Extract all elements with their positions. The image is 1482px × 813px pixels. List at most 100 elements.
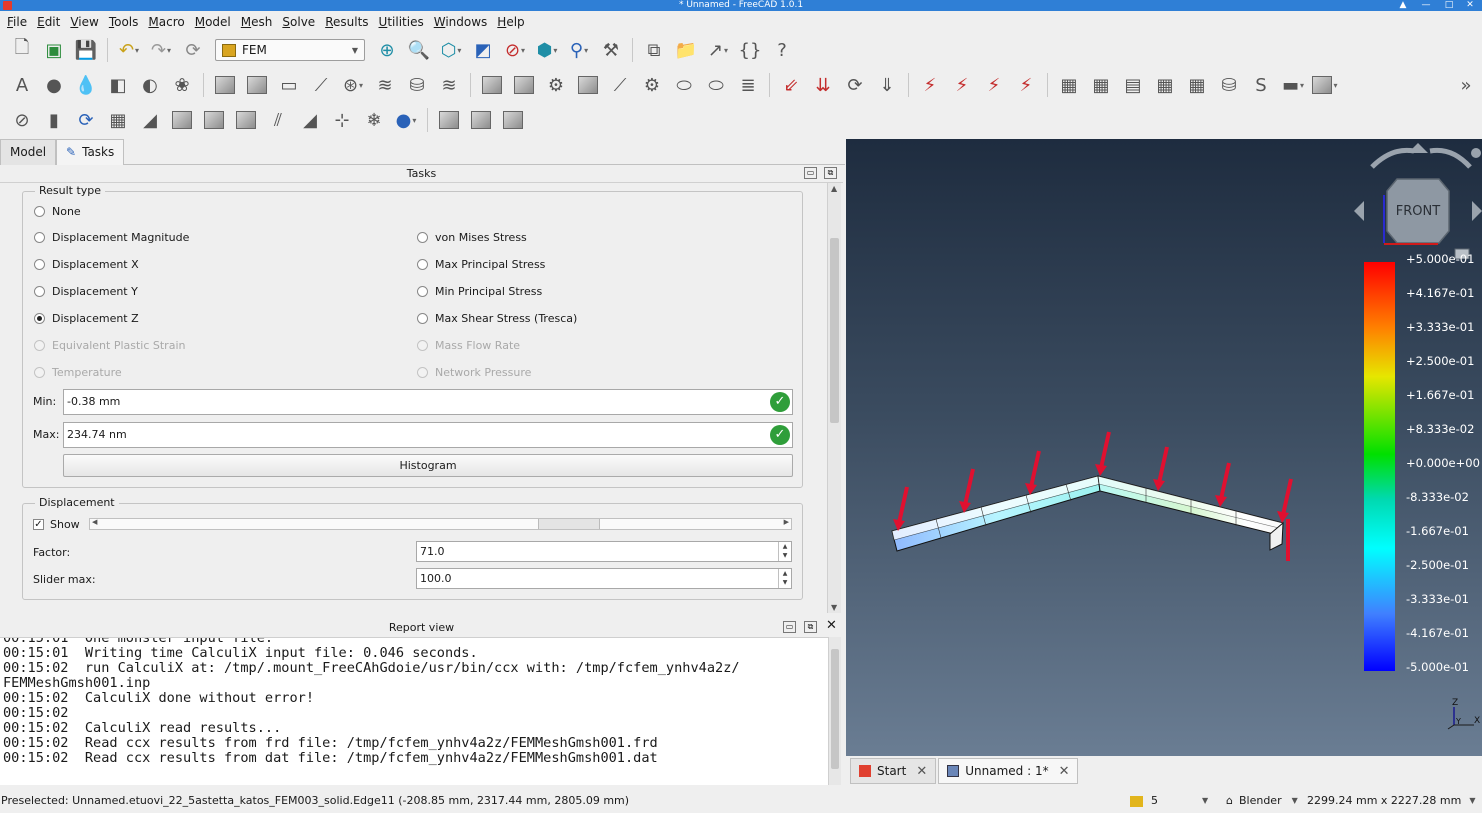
post-clip-icon[interactable] (468, 107, 494, 133)
result-type-radio[interactable]: von Mises Stress (417, 231, 527, 244)
material-reinforced-icon[interactable]: ◐ (137, 72, 163, 98)
post-filter-warp-icon[interactable]: ⫽ (265, 107, 291, 133)
post-pipeline-icon[interactable]: ● ▾ (393, 107, 419, 133)
window-up-icon[interactable]: ▲ (1393, 0, 1413, 11)
constraint-rigid-body-icon[interactable] (511, 72, 537, 98)
result-type-radio[interactable]: Min Principal Stress (417, 285, 542, 298)
slider-right-arrow-icon[interactable]: ▶ (784, 518, 789, 526)
mesh-display-info-icon[interactable]: ⛁ (1216, 72, 1242, 98)
constraint-contact-icon[interactable] (575, 72, 601, 98)
cube-right-arrow-icon[interactable] (1472, 201, 1482, 221)
constraint-centrif-icon[interactable]: ⟳ (842, 72, 868, 98)
material-nonlinear-icon[interactable]: ◧ (105, 72, 131, 98)
menu-file[interactable]: File (2, 11, 32, 33)
view-pick-icon[interactable]: ◩ (470, 37, 496, 63)
menu-help[interactable]: Help (492, 11, 529, 33)
isometric-view-icon[interactable]: ⬡ ▾ (438, 37, 464, 63)
constraint-transform-icon[interactable]: ⬭ (703, 72, 729, 98)
float-panel-icon[interactable]: ▭ (804, 167, 817, 179)
mesh-netgen-icon[interactable]: ▦ (1056, 72, 1082, 98)
menu-macro[interactable]: Macro (143, 11, 189, 33)
post-filter-data-along-line-icon[interactable]: ◢ (297, 107, 323, 133)
result-type-radio[interactable]: Displacement Magnitude (34, 231, 189, 244)
beam-right[interactable] (1097, 475, 1284, 551)
beam-left[interactable] (891, 475, 1101, 552)
mesh-boundary-layer-icon[interactable]: ▦ (1152, 72, 1178, 98)
3d-viewport[interactable]: FRONT +5.000e-01 +4.167e-01 +3.333e-01 +2.5… (846, 139, 1482, 756)
minimize-button[interactable]: — (1416, 0, 1436, 11)
mesh-gmsh-icon[interactable]: ▦ (1088, 72, 1114, 98)
constraint-displacement-icon[interactable]: ⚙ (543, 72, 569, 98)
menu-mesh[interactable]: Mesh (236, 11, 278, 33)
spin-arrows-icon[interactable]: ▲ ▼ (778, 569, 791, 588)
factor-spinbox[interactable]: 71.0 ▲ ▼ (416, 541, 792, 562)
report-view-output[interactable]: 00:15:01 One monster input file. 00:15:01… (0, 637, 828, 785)
menu-tools[interactable]: Tools (104, 11, 144, 33)
menu-utilities[interactable]: Utilities (374, 11, 429, 33)
min-value-field[interactable]: -0.38 mm ✓ (63, 389, 793, 415)
box-selection-icon[interactable]: ⬢ ▾ (534, 37, 560, 63)
post-filter-clip-scalar-icon[interactable] (201, 107, 227, 133)
view-dimensions[interactable]: 2299.24 mm x 2227.28 mm ▼ (1307, 789, 1476, 813)
displacement-slider[interactable]: ◀ ▶ (89, 518, 792, 530)
max-value-field[interactable]: 234.74 nm ✓ (63, 422, 793, 448)
beam-rotation-icon[interactable] (244, 72, 270, 98)
scroll-thumb[interactable] (831, 649, 839, 769)
constraint-force-icon[interactable]: ⇙ (778, 72, 804, 98)
analysis-icon[interactable]: A (9, 72, 35, 98)
result-type-radio[interactable]: Displacement X (34, 258, 139, 271)
menu-results[interactable]: Results (320, 11, 373, 33)
post-filter-cut-function-icon[interactable] (233, 107, 259, 133)
constraint-body-heat-source-icon[interactable]: ⚡ (1013, 72, 1039, 98)
mesh-region-icon[interactable]: ▤ (1120, 72, 1146, 98)
show-result-icon[interactable]: ▮ (41, 107, 67, 133)
refresh-icon[interactable]: ⟳ (180, 37, 206, 63)
navigation-cube[interactable]: FRONT (1352, 139, 1482, 259)
close-tab-icon[interactable]: ✕ (1059, 764, 1070, 779)
constraint-temperature-icon[interactable]: ⚡ (917, 72, 943, 98)
constraint-fixed-icon[interactable] (479, 72, 505, 98)
constraint-heatflux-icon[interactable]: ⚡ (949, 72, 975, 98)
result-type-radio[interactable]: Max Shear Stress (Tresca) (417, 312, 577, 325)
post-filter-clip-region-icon[interactable] (169, 107, 195, 133)
histogram-button[interactable]: Histogram (63, 454, 793, 477)
cube-menu-icon[interactable] (1471, 148, 1481, 158)
maximize-button[interactable]: □ (1439, 0, 1459, 11)
link-icon[interactable]: ↗ ▾ (705, 37, 731, 63)
recompute-icon[interactable]: ⟳ (73, 107, 99, 133)
workbench-selector[interactable]: FEM ▼ (215, 39, 365, 61)
rotate-left-arrow-icon[interactable] (1370, 147, 1415, 169)
constraint-body-heat-icon[interactable]: ⛁ (404, 72, 430, 98)
solver-elmer-icon[interactable]: ▾ (1312, 72, 1338, 98)
tab-unnamed[interactable]: Unnamed : 1* ✕ (938, 758, 1079, 784)
undock-panel-icon[interactable]: ⧉ (804, 621, 817, 633)
whats-this-icon[interactable]: ? (769, 37, 795, 63)
constraint-tie-icon[interactable]: ⟋ (607, 72, 633, 98)
tab-start[interactable]: Start ✕ (850, 758, 937, 784)
scroll-up-icon[interactable]: ▲ (831, 184, 837, 193)
solver-run-icon[interactable]: ▬ ▾ (1280, 72, 1306, 98)
tab-model[interactable]: Model (0, 139, 57, 165)
tasks-scrollbar[interactable]: ▲ ▼ (827, 183, 841, 613)
fit-all-icon[interactable]: ⊕ (374, 37, 400, 63)
navigation-style-selector[interactable]: ⌂ Blender ▼ (1226, 789, 1298, 813)
slider-max-spinbox[interactable]: 100.0 ▲ ▼ (416, 568, 792, 589)
save-document-icon[interactable]: 💾 (73, 37, 99, 63)
part-icon[interactable]: ⧉ (641, 37, 667, 63)
draw-style-icon[interactable]: ⊘ ▾ (502, 37, 528, 63)
tab-tasks[interactable]: ✎ Tasks (56, 139, 125, 165)
result-type-radio[interactable]: Displacement Z (34, 312, 139, 325)
redo-icon[interactable]: ↷ ▾ (148, 37, 174, 63)
variable-set-icon[interactable]: {} (737, 37, 763, 63)
cube-left-arrow-icon[interactable] (1354, 201, 1364, 221)
scroll-down-icon[interactable]: ▼ (831, 603, 837, 612)
result-type-radio[interactable]: Displacement Y (34, 285, 138, 298)
element-geometry-2d-icon[interactable]: ▭ (276, 72, 302, 98)
post-export-icon[interactable] (436, 107, 462, 133)
close-panel-icon[interactable]: ✕ (825, 619, 838, 633)
constraint-pressure-icon[interactable]: ⇊ (810, 72, 836, 98)
constraint-planar-icon[interactable]: ≣ (735, 72, 761, 98)
close-window-button[interactable]: ✕ (1460, 0, 1480, 11)
open-document-icon[interactable]: ▣ (41, 37, 67, 63)
spin-arrows-icon[interactable]: ▲ ▼ (778, 542, 791, 561)
